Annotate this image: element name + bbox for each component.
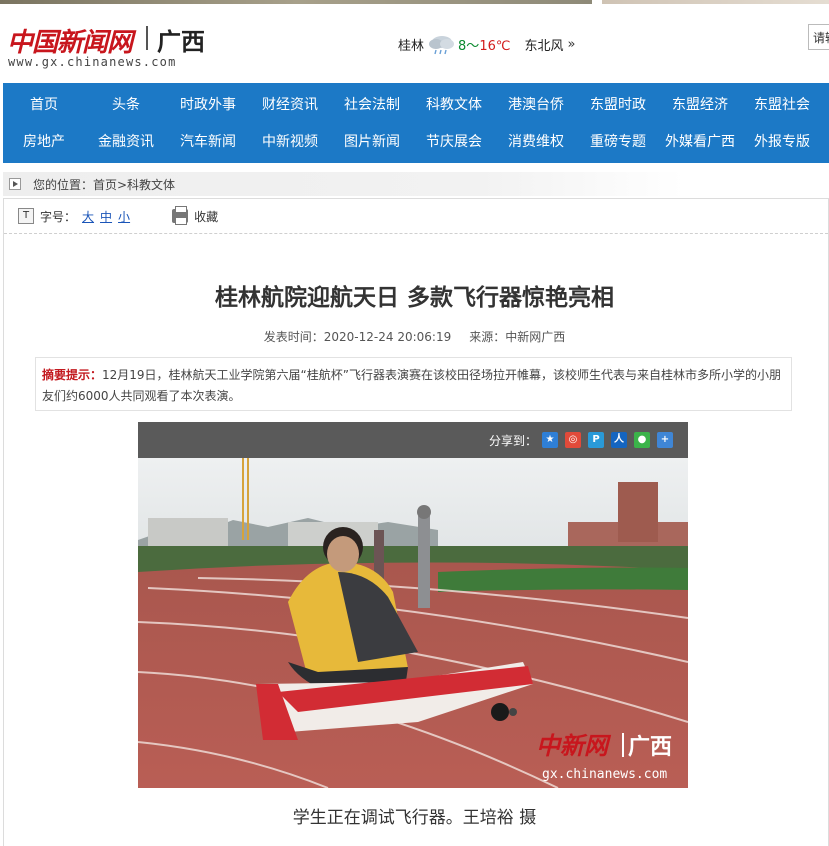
breadcrumb: 您的位置：首页>科教文体 — [3, 172, 684, 196]
nav-item[interactable]: 中新视频 — [249, 124, 331, 160]
nav-item[interactable]: 图片新闻 — [331, 124, 413, 160]
nav-item[interactable]: 金融资讯 — [85, 124, 167, 160]
nav-item[interactable]: 东盟时政 — [577, 87, 659, 123]
nav-item[interactable]: 时政外事 — [167, 87, 249, 123]
nav-item[interactable]: 社会法制 — [331, 87, 413, 123]
renren-icon[interactable]: 人 — [611, 432, 627, 448]
nav-item[interactable]: 首页 — [3, 87, 85, 123]
photo-watermark-logo: 中新网 — [536, 731, 612, 760]
nav-item[interactable]: 汽车新闻 — [167, 124, 249, 160]
nav-item[interactable]: 外媒看广西 — [659, 124, 741, 160]
toolbar-divider — [4, 233, 828, 234]
share-bar: 分享到： ★ ◎ P 人 ● + — [138, 422, 688, 458]
nav-item[interactable]: 节庆展会 — [413, 124, 495, 160]
site-header: 中国新闻网 广西 www.gx.chinanews.com 桂林 8～16℃ 东… — [0, 4, 829, 82]
more-share-icon[interactable]: + — [657, 432, 673, 448]
weather-widget: 桂林 8～16℃ 东北风 » — [398, 32, 575, 56]
summary-label: 摘要提示： — [42, 368, 103, 382]
summary-text: 12月19日，桂林航天工业学院第六届“桂航杯”飞行器表演赛在该校田径场拉开帷幕，… — [42, 368, 781, 403]
article-source: 来源：中新网广西 — [469, 330, 566, 344]
logo-divider — [146, 26, 148, 50]
font-size-icon: T — [18, 208, 34, 224]
weibo-icon[interactable]: ◎ — [565, 432, 581, 448]
nav-item[interactable]: 房地产 — [3, 124, 85, 160]
photo-caption: 学生正在调试飞行器。王培裕 摄 — [292, 808, 537, 828]
printer-icon — [172, 206, 189, 225]
favorite-button[interactable]: 收藏 — [172, 206, 219, 225]
svg-text:广西: 广西 — [628, 734, 672, 759]
font-medium-link[interactable]: 中 — [100, 208, 112, 225]
weather-wind: 东北风 — [524, 38, 564, 54]
weather-more-link[interactable]: » — [567, 37, 575, 52]
nav-row-2: 房地产 金融资讯 汽车新闻 中新视频 图片新闻 节庆展会 消费维权 重磅专题 外… — [3, 124, 829, 160]
article-title: 桂林航院迎航天日 多款飞行器惊艳亮相 — [214, 285, 614, 311]
font-large-link[interactable]: 大 — [82, 208, 94, 225]
search-input[interactable]: 请输 — [808, 24, 829, 50]
nav-item[interactable]: 头条 — [85, 87, 167, 123]
weather-city: 桂林 — [398, 38, 425, 54]
font-small-link[interactable]: 小 — [118, 208, 130, 225]
main-navigation: 首页 头条 时政外事 财经资讯 社会法制 科教文体 港澳台侨 东盟时政 东盟经济… — [3, 83, 829, 163]
qzone-icon[interactable]: ★ — [542, 432, 558, 448]
nav-item[interactable]: 重磅专题 — [577, 124, 659, 160]
publish-time: 发表时间：2020-12-24 20:06:19 — [263, 330, 452, 344]
article-photo-image: 中新网 广西 gx.chinanews.com — [138, 433, 688, 788]
nav-item[interactable]: 消费维权 — [495, 124, 577, 160]
article-toolbar: T 字号： 大 中 小 收藏 — [18, 206, 218, 226]
nav-item[interactable]: 港澳台侨 — [495, 87, 577, 123]
article-photo[interactable]: 中新网 广西 gx.chinanews.com 分享到： ★ ◎ P 人 ● + — [138, 422, 688, 788]
rain-cloud-icon — [429, 36, 455, 55]
weather-temperature: 8～16℃ — [458, 38, 511, 54]
logo-region: 广西 — [157, 28, 205, 56]
logo-chinese-name: 中国新闻网 — [7, 28, 133, 58]
article-summary: 摘要提示：12月19日，桂林航天工业学院第六届“桂航杯”飞行器表演赛在该校田径场… — [35, 357, 792, 411]
nav-item[interactable]: 科教文体 — [413, 87, 495, 123]
article-meta: 发表时间：2020-12-24 20:06:19 来源：中新网广西 — [0, 328, 829, 345]
font-size-label: 字号： — [40, 209, 77, 224]
nav-item[interactable]: 外报专版 — [741, 124, 823, 160]
svg-text:gx.chinanews.com: gx.chinanews.com — [542, 767, 667, 782]
site-logo[interactable]: 中国新闻网 广西 www.gx.chinanews.com — [7, 22, 207, 74]
favorite-label: 收藏 — [194, 209, 219, 224]
nav-row-1: 首页 头条 时政外事 财经资讯 社会法制 科教文体 港澳台侨 东盟时政 东盟经济… — [3, 87, 829, 123]
nav-item[interactable]: 东盟社会 — [741, 87, 823, 123]
play-arrow-icon — [9, 178, 21, 190]
nav-item[interactable]: 财经资讯 — [249, 87, 331, 123]
tencent-weibo-icon[interactable]: P — [588, 432, 604, 448]
breadcrumb-text[interactable]: 您的位置：首页>科教文体 — [33, 176, 175, 193]
logo-url: www.gx.chinanews.com — [8, 55, 177, 69]
nav-item[interactable]: 东盟经济 — [659, 87, 741, 123]
share-label: 分享到： — [489, 434, 538, 448]
wechat-icon[interactable]: ● — [634, 432, 650, 448]
